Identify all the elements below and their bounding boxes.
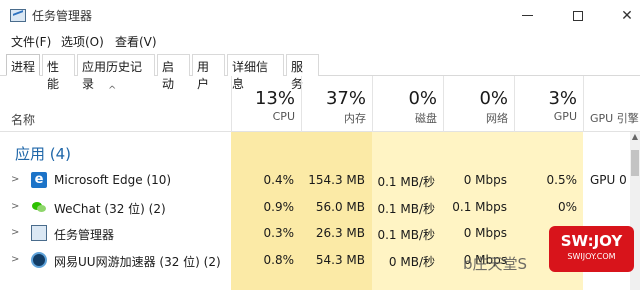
column-disk[interactable]: 0% 磁盘: [372, 76, 443, 132]
scroll-thumb[interactable]: [631, 150, 639, 176]
tab-users[interactable]: 用户: [192, 54, 225, 91]
tab-details[interactable]: 详细信息: [227, 54, 284, 91]
expand-chevron-icon[interactable]: >: [11, 174, 19, 185]
memory-value: 154.3 MB: [308, 173, 365, 187]
tab-services[interactable]: 服务: [286, 54, 319, 91]
task-manager-icon: [31, 225, 47, 241]
window-title: 任务管理器: [32, 9, 93, 23]
tab-processes[interactable]: 进程: [6, 54, 40, 76]
process-row[interactable]: > WeChat (32 位) (2) 0.9% 56.0 MB 0.1 MB/…: [0, 195, 640, 221]
wechat-icon: [31, 199, 47, 215]
process-name: 任务管理器: [54, 228, 115, 242]
column-gpu-engine[interactable]: GPU 引擎: [583, 76, 640, 132]
process-name: WeChat (32 位) (2): [54, 202, 166, 216]
expand-chevron-icon[interactable]: >: [11, 201, 19, 212]
tab-performance[interactable]: 性能: [42, 54, 75, 91]
network-label: 网络: [486, 112, 508, 125]
minimize-icon: [521, 15, 533, 16]
memory-label: 内存: [344, 112, 366, 125]
network-total: 0%: [479, 88, 508, 109]
gpu-label: GPU: [553, 110, 577, 123]
close-button[interactable]: ✕: [604, 0, 640, 31]
tab-bar: 进程 性能 应用历史记录 启动 用户 详细信息 服务: [0, 53, 640, 91]
menu-options[interactable]: 选项(O): [61, 33, 104, 50]
maximize-icon: [573, 10, 583, 21]
menu-view[interactable]: 查看(V): [115, 33, 157, 50]
minimize-button[interactable]: [504, 0, 550, 31]
network-value: 0 Mbps: [463, 226, 507, 240]
task-manager-app-icon: [10, 9, 26, 22]
cpu-value: 0.4%: [263, 173, 295, 187]
menu-bar: 文件(F) 选项(O) 查看(V): [0, 31, 640, 51]
title-bar[interactable]: 任务管理器 ✕: [0, 0, 640, 31]
cpu-label: CPU: [272, 110, 295, 123]
expand-chevron-icon[interactable]: >: [11, 227, 19, 238]
network-value: 0 Mbps: [463, 173, 507, 187]
gpu-engine-value: GPU 0: [590, 173, 627, 187]
sort-ascending-icon[interactable]: ^: [108, 85, 116, 96]
memory-value: 54.3 MB: [315, 253, 365, 267]
gpu-engine-label: GPU 引擎: [590, 112, 639, 125]
column-cpu[interactable]: 13% CPU: [231, 76, 301, 132]
scroll-up-icon[interactable]: ▲: [630, 132, 640, 144]
gpu-value: 0.5%: [546, 173, 578, 187]
cpu-value: 0.9%: [263, 200, 295, 214]
menu-file[interactable]: 文件(F): [11, 33, 51, 50]
column-network[interactable]: 0% 网络: [443, 76, 514, 132]
disk-value: 0.1 MB/秒: [377, 228, 435, 242]
memory-total: 37%: [325, 88, 366, 109]
close-icon: ✕: [621, 7, 633, 24]
watermark-text: b庄天堂S: [463, 255, 528, 273]
tab-app-history[interactable]: 应用历史记录: [77, 54, 155, 91]
gpu-total: 3%: [548, 88, 577, 109]
edge-icon: e: [31, 172, 47, 188]
process-row[interactable]: > e Microsoft Edge (10) 0.4% 154.3 MB 0.…: [0, 168, 640, 194]
group-apps: 应用 (4): [15, 145, 72, 163]
maximize-button[interactable]: [555, 0, 601, 31]
process-name: 网易UU网游加速器 (32 位) (2): [54, 255, 221, 269]
disk-value: 0.1 MB/秒: [377, 175, 435, 189]
disk-total: 0%: [408, 88, 437, 109]
memory-value: 26.3 MB: [315, 226, 365, 240]
cpu-value: 0.3%: [263, 226, 295, 240]
process-row[interactable]: > 网易UU网游加速器 (32 位) (2) 0.8% 54.3 MB 0 MB…: [0, 248, 640, 274]
disk-value: 0 MB/秒: [388, 255, 435, 269]
cpu-value: 0.8%: [263, 253, 295, 267]
expand-chevron-icon[interactable]: >: [11, 254, 19, 265]
column-gpu[interactable]: 3% GPU: [514, 76, 583, 132]
disk-value: 0.1 MB/秒: [377, 202, 435, 216]
watermark-logo-title: SW:JOY: [560, 232, 623, 250]
process-row[interactable]: > 任务管理器 0.3% 26.3 MB 0.1 MB/秒 0 Mbps: [0, 221, 640, 247]
network-value: 0.1 Mbps: [452, 200, 507, 214]
disk-label: 磁盘: [415, 112, 437, 125]
tab-startup[interactable]: 启动: [157, 54, 190, 91]
watermark-logo-url: SWIJOY.COM: [567, 252, 616, 261]
cpu-total: 13%: [254, 88, 295, 109]
column-name[interactable]: 名称: [11, 111, 35, 128]
column-memory[interactable]: 37% 内存: [301, 76, 372, 132]
uu-accelerator-icon: [31, 252, 47, 268]
gpu-value: 0%: [557, 200, 577, 214]
process-name: Microsoft Edge (10): [54, 173, 172, 187]
watermark-logo: SW:JOY SWIJOY.COM: [549, 226, 634, 272]
memory-value: 56.0 MB: [315, 200, 365, 214]
